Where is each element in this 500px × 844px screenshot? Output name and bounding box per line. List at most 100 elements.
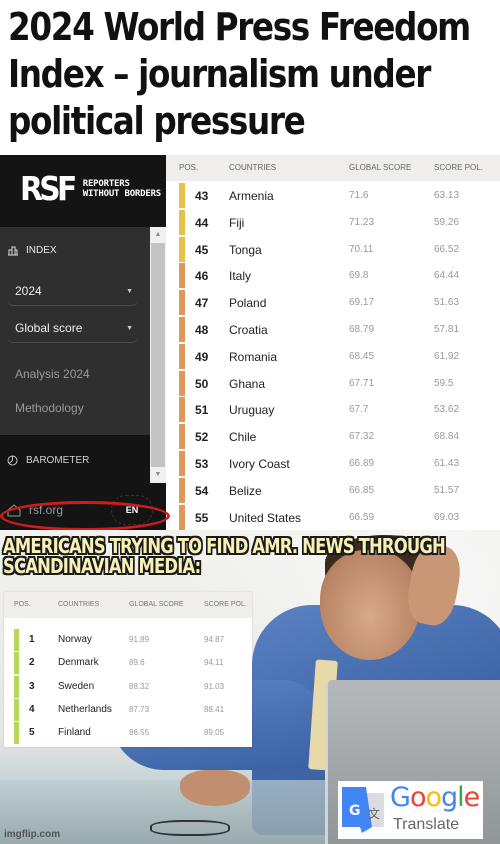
translate-wordmark: Translate xyxy=(393,816,460,833)
row-country: Denmark xyxy=(58,657,99,669)
row-global-score: 86.55 xyxy=(129,728,150,738)
row-global-score: 66.85 xyxy=(349,484,375,496)
sidebar-scrollbar[interactable]: ▲ ▼ xyxy=(150,227,166,483)
score-color-bar xyxy=(179,290,185,316)
row-country: Netherlands xyxy=(58,703,112,715)
year-select-value: 2024 xyxy=(15,284,42,298)
table-row[interactable]: 52 Chile 67.32 68.84 xyxy=(166,423,500,450)
row-score-pol: 88.41 xyxy=(204,704,225,714)
index-panel: INDEX 2024 ▼ Global score ▼ Analysis 202… xyxy=(0,227,150,435)
score-color-bar xyxy=(179,209,185,235)
row-global-score: 68.79 xyxy=(349,324,375,335)
meme-caption: AMERICANS TRYING TO FIND AMR. NEWS THROU… xyxy=(3,536,446,578)
meme-panel: AMERICANS TRYING TO FIND AMR. NEWS THROU… xyxy=(0,530,500,844)
row-global-score: 67.71 xyxy=(349,377,375,389)
headline-line-3: political pressure xyxy=(8,99,306,143)
eyeglasses xyxy=(150,820,230,836)
score-color-bar xyxy=(179,424,185,450)
methodology-link[interactable]: Methodology xyxy=(15,401,84,415)
mini-table-row: 1 Norway 91.89 94.87 xyxy=(4,628,252,651)
scrollbar-thumb[interactable] xyxy=(151,243,165,467)
headline: 2024 World Press Freedom Index – journal… xyxy=(8,4,471,145)
headline-line-1: 2024 World Press Freedom xyxy=(8,5,471,49)
row-position: 55 xyxy=(195,510,209,525)
table-row[interactable]: 51 Uruguay 67.7 53.62 xyxy=(166,396,500,423)
row-position: 54 xyxy=(195,483,209,498)
table-row[interactable]: 45 Tonga 70.11 66.52 xyxy=(166,236,500,263)
row-score-pol: 63.13 xyxy=(434,190,460,201)
header-countries[interactable]: COUNTRIES xyxy=(229,163,276,172)
analysis-link[interactable]: Analysis 2024 xyxy=(15,367,90,381)
row-score-pol: 68.84 xyxy=(434,431,460,443)
row-country: Norway xyxy=(58,634,92,645)
score-color-bar xyxy=(179,504,185,530)
index-nav-item[interactable]: INDEX xyxy=(7,245,57,256)
row-position: 53 xyxy=(195,457,209,471)
row-score-pol: 59.5 xyxy=(434,377,454,389)
row-score-pol: 61.92 xyxy=(434,350,460,362)
scandinavian-ranking-table: POS. COUNTRIES GLOBAL SCORE SCORE POL. 1… xyxy=(4,592,252,747)
row-score-pol: 91.03 xyxy=(204,681,225,691)
row-country: Tonga xyxy=(229,242,262,257)
row-country: United States xyxy=(229,510,302,525)
row-position: 4 xyxy=(29,703,35,715)
row-global-score: 67.32 xyxy=(349,431,375,443)
row-position: 47 xyxy=(195,296,209,311)
logo-text-line-2: WITHOUT BORDERS xyxy=(82,189,162,199)
table-row[interactable]: 53 Ivory Coast 66.89 61.43 xyxy=(166,450,500,477)
row-score-pol: 51.63 xyxy=(434,297,460,309)
row-country: Belize xyxy=(229,483,262,498)
sidebar: RSF REPORTERS WITHOUT BORDERS INDEX 2024… xyxy=(0,155,166,530)
rsf-logo[interactable]: RSF REPORTERS WITHOUT BORDERS xyxy=(17,172,161,206)
table-row[interactable]: 46 Italy 69.8 64.44 xyxy=(166,262,500,289)
row-global-score: 67.7 xyxy=(349,404,369,416)
scroll-up-arrow-icon[interactable]: ▲ xyxy=(150,228,166,242)
mini-header-pos: POS. xyxy=(14,601,31,608)
score-type-select[interactable]: Global score ▼ xyxy=(7,313,138,343)
table-row[interactable]: 44 Fiji 71.23 59.26 xyxy=(166,209,500,236)
rsf-logo-text: REPORTERS WITHOUT BORDERS xyxy=(83,179,161,199)
barometer-nav-item[interactable]: BAROMETER xyxy=(7,455,89,466)
ranking-table: POS. COUNTRIES GLOBAL SCORE SCORE POL. 4… xyxy=(166,155,500,530)
table-row[interactable]: 48 Croatia 68.79 57.81 xyxy=(166,316,500,343)
index-label: INDEX xyxy=(26,245,57,256)
score-type-select-value: Global score xyxy=(15,321,83,335)
header-global-score[interactable]: GLOBAL SCORE xyxy=(349,163,411,172)
row-country: Romania xyxy=(229,349,278,364)
row-score-pol: 94.87 xyxy=(204,635,225,644)
table-row[interactable]: 47 Poland 69.17 51.63 xyxy=(166,289,500,316)
mini-table-row: 3 Sweden 88.32 91.03 xyxy=(4,675,252,698)
row-position: 1 xyxy=(29,634,35,645)
translate-icon: G 文 xyxy=(342,787,384,833)
table-row[interactable]: 49 Romania 68.45 61.92 xyxy=(166,343,500,370)
row-global-score: 91.89 xyxy=(129,635,150,644)
mini-header-score-pol: SCORE POL. xyxy=(204,601,247,608)
row-score-pol: 69.03 xyxy=(434,511,460,523)
row-position: 46 xyxy=(195,269,209,284)
row-country: Finland xyxy=(58,727,91,739)
google-letter: o xyxy=(425,782,442,813)
table-row-highlighted[interactable]: 55 United States 66.59 69.03 xyxy=(166,504,500,531)
chevron-down-icon: ▼ xyxy=(126,288,133,295)
scroll-down-arrow-icon[interactable]: ▼ xyxy=(150,468,166,482)
mini-table-row: 4 Netherlands 87.73 88.41 xyxy=(4,698,252,721)
caption-line-2: SCANDINAVIAN MEDIA: xyxy=(3,554,201,578)
chevron-down-icon: ▼ xyxy=(126,325,133,332)
table-row[interactable]: 43 Armenia 71.6 63.13 xyxy=(166,182,500,209)
score-color-bar xyxy=(14,722,19,745)
translate-icon-g: G xyxy=(349,803,361,819)
score-color-bar xyxy=(179,477,185,503)
mini-table-row: 2 Denmark 89.6 94.11 xyxy=(4,651,252,675)
score-color-bar xyxy=(179,370,185,396)
row-position: 51 xyxy=(195,403,209,418)
header-score-pol[interactable]: SCORE POL. xyxy=(434,163,483,172)
row-global-score: 87.73 xyxy=(129,704,150,714)
table-row[interactable]: 50 Ghana 67.71 59.5 xyxy=(166,370,500,397)
score-color-bar xyxy=(179,343,185,369)
table-row[interactable]: 54 Belize 66.85 51.57 xyxy=(166,477,500,504)
row-position: 49 xyxy=(195,349,209,364)
header-pos[interactable]: POS. xyxy=(179,163,198,172)
row-position: 48 xyxy=(195,323,209,337)
year-select[interactable]: 2024 ▼ xyxy=(7,276,138,306)
row-position: 44 xyxy=(195,215,209,230)
